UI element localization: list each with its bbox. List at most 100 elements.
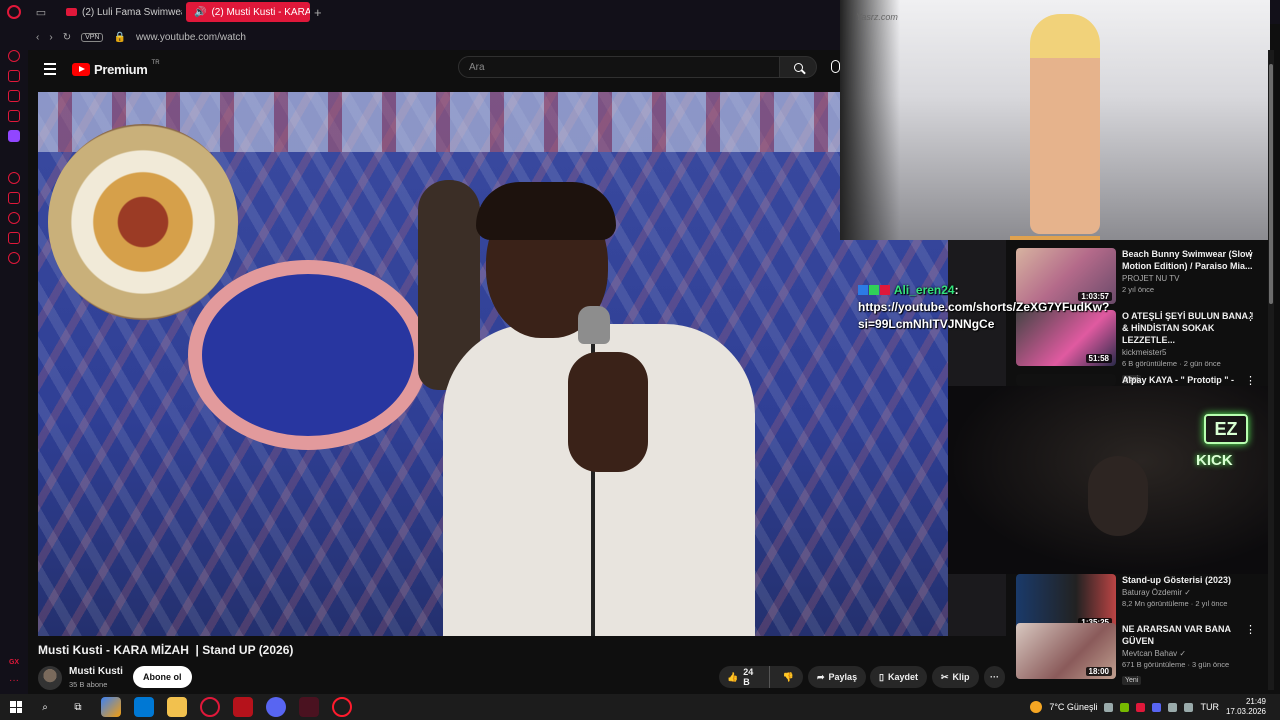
tab-label: (2) Musti Kusti - KARA (211, 6, 310, 18)
neon-sign-ez: EZ (1204, 414, 1248, 444)
weather-sun-icon[interactable] (1030, 701, 1043, 713)
streamer-webcam: EZ KICK (948, 386, 1270, 574)
edge-icon[interactable] (134, 697, 154, 717)
task-view-icon[interactable]: ⧉ (68, 697, 88, 717)
thumbs-up-icon: 👍 (727, 671, 739, 682)
voice-search-icon[interactable] (831, 60, 840, 73)
list-item[interactable]: 18:00 NE ARARSAN VAR BANA GÜVEN Mevtcan … (1016, 623, 1256, 687)
tab-musti-kusti[interactable]: 🔊 (2) Musti Kusti - KARA (186, 2, 310, 22)
back-icon[interactable]: ‹ (36, 32, 39, 43)
player-icon[interactable] (8, 172, 20, 184)
youtube-header: Premium TR Ara (28, 50, 840, 88)
language-indicator[interactable]: TUR (1200, 702, 1219, 712)
video-thumbnail[interactable] (1016, 374, 1116, 386)
youtube-logo[interactable]: Premium TR (72, 60, 160, 77)
share-icon: ➦ (817, 671, 825, 682)
more-options-icon[interactable]: ⋮ (1245, 250, 1256, 261)
browser-sidebar: GX ··· (0, 24, 28, 696)
tab-label: (2) Luli Fama Swimwear Fa (82, 6, 182, 18)
tray-app-icon[interactable] (1136, 702, 1146, 712)
video-thumbnail[interactable]: 18:00 (1016, 623, 1116, 679)
performer-hands (568, 352, 648, 472)
page-scrollbar[interactable] (1268, 50, 1274, 690)
search-icon[interactable]: ⌕ (35, 697, 55, 717)
scissors-icon: ✂ (941, 671, 949, 682)
chat-username: Ali_eren24 (893, 283, 955, 297)
new-tab-button[interactable]: + (314, 5, 322, 20)
more-dots-icon: ··· (990, 672, 999, 682)
channel-name[interactable]: Musti Kusti (69, 666, 123, 677)
dislike-button[interactable]: 👎 (774, 672, 803, 683)
youtube-play-icon (72, 62, 90, 76)
lock-icon: 🔒 (113, 31, 126, 43)
subscribe-button[interactable]: Abone ol (133, 666, 192, 688)
more-options-icon[interactable]: ⋮ (1245, 625, 1256, 636)
vpn-badge[interactable]: VPN (81, 32, 104, 42)
opera-gx-logo-icon[interactable] (0, 0, 28, 24)
forward-icon[interactable]: › (49, 32, 52, 43)
file-explorer-icon[interactable] (167, 697, 187, 717)
url-field[interactable]: www.youtube.com/watch (136, 32, 246, 43)
more-options-icon[interactable]: ⋮ (1245, 376, 1256, 387)
more-actions-button[interactable]: ··· (984, 666, 1005, 688)
system-tray: 7°C Güneşli TUR 21:49 17.03.2026 (1030, 694, 1280, 720)
tray-discord-icon[interactable] (1152, 702, 1162, 712)
gx-mod-icon[interactable] (8, 110, 20, 122)
gx-corner-icon[interactable] (8, 70, 20, 82)
speaker-icon[interactable]: 🔊 (194, 7, 206, 18)
list-item[interactable]: 1:35:25 Stand-up Gösterisi (2023) Batura… (1016, 574, 1256, 630)
tab-luli-fama[interactable]: (2) Luli Fama Swimwear Fa (58, 2, 182, 22)
like-dislike-group: 👍 24 B 👎 (719, 666, 803, 688)
steam-icon[interactable] (1104, 702, 1114, 712)
search-button[interactable] (779, 56, 817, 78)
watermark: Yasrz.com (856, 12, 898, 22)
settings-icon[interactable] (8, 252, 20, 264)
twitch-icon[interactable] (8, 130, 20, 142)
youtube-favicon-icon (66, 8, 77, 16)
chat-overlay-message: Ali_eren24: https://youtube.com/shorts/Z… (858, 282, 1198, 333)
chat-badge-icon (869, 285, 879, 295)
wifi-icon[interactable] (1168, 702, 1178, 712)
video-title: Musti Kusti - KARA MİZAH | Stand UP (202… (38, 643, 294, 657)
address-bar: ‹ › ↻ VPN 🔒 www.youtube.com/watch (28, 24, 840, 50)
subscriber-count: 35 B abone (69, 680, 108, 689)
reload-icon[interactable]: ↻ (63, 32, 71, 43)
clock[interactable]: 21:49 17.03.2026 (1226, 697, 1266, 717)
channel-avatar[interactable] (38, 666, 62, 690)
pinboard-icon[interactable] (8, 192, 20, 204)
wall-ring-pattern (188, 260, 428, 450)
start-icon[interactable] (10, 701, 22, 713)
workspaces-icon[interactable]: ▭ (28, 0, 54, 24)
like-button[interactable]: 👍 24 B (719, 666, 770, 688)
history-icon[interactable] (8, 212, 20, 224)
extensions-icon[interactable] (8, 232, 20, 244)
nvidia-icon[interactable] (1120, 702, 1130, 712)
windows-taskbar: ⌕ ⧉ 7°C Güneşli TUR 21:49 17.03.2026 (0, 694, 1280, 720)
streamer-head (1088, 456, 1148, 536)
discord-icon[interactable] (266, 697, 286, 717)
opera-gx-icon[interactable] (200, 697, 220, 717)
gx-control-icon[interactable] (8, 50, 20, 62)
opera-icon[interactable] (332, 697, 352, 717)
opera-gx-active-icon[interactable] (299, 697, 319, 717)
more-options-icon[interactable]: ⋮ (1245, 312, 1256, 323)
bookmark-icon: ▯ (879, 671, 884, 682)
weather-text[interactable]: 7°C Güneşli (1049, 702, 1097, 712)
gx-badge-icon[interactable]: GX (9, 659, 19, 666)
search-icon (793, 62, 803, 72)
share-button[interactable]: ➦ Paylaş (808, 666, 867, 688)
messenger-icon[interactable] (8, 90, 20, 102)
voicemeeter-icon[interactable] (233, 697, 253, 717)
video-thumbnail[interactable]: 1:35:25 (1016, 574, 1116, 630)
copilot-icon[interactable] (101, 697, 121, 717)
menu-icon[interactable] (44, 63, 56, 75)
search-input[interactable]: Ara (458, 56, 780, 78)
neon-sign-kick: KICK (1196, 452, 1233, 469)
list-item[interactable]: Alpay KAYA - " Prototip " - ⋮ (1016, 374, 1256, 387)
save-button[interactable]: ▯ Kaydet (870, 666, 927, 688)
microphone (578, 306, 610, 344)
more-icon[interactable]: ··· (9, 675, 19, 686)
volume-icon[interactable] (1184, 702, 1194, 712)
clip-button[interactable]: ✂ Klip (932, 666, 979, 688)
thumbs-down-icon: 👎 (782, 671, 794, 682)
